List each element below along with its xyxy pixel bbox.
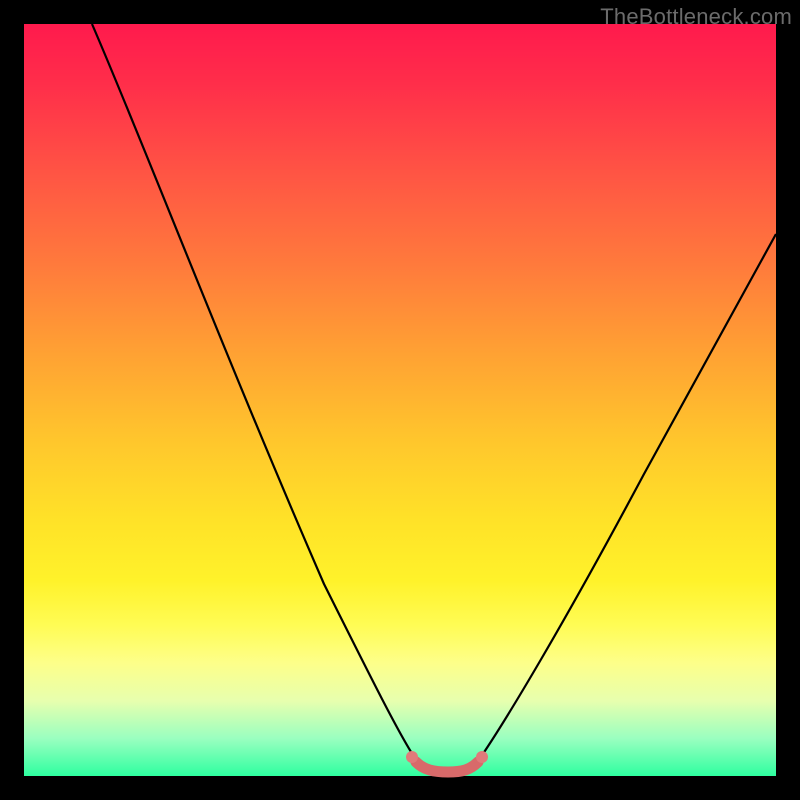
bottom-band bbox=[416, 762, 478, 772]
curve-layer bbox=[24, 24, 776, 776]
right-curve bbox=[476, 234, 776, 764]
marker-dot-left bbox=[406, 751, 418, 763]
chart-frame: TheBottleneck.com bbox=[0, 0, 800, 800]
watermark-text: TheBottleneck.com bbox=[600, 4, 792, 30]
plot-area bbox=[24, 24, 776, 776]
marker-dot-right bbox=[476, 751, 488, 763]
left-curve bbox=[92, 24, 419, 764]
